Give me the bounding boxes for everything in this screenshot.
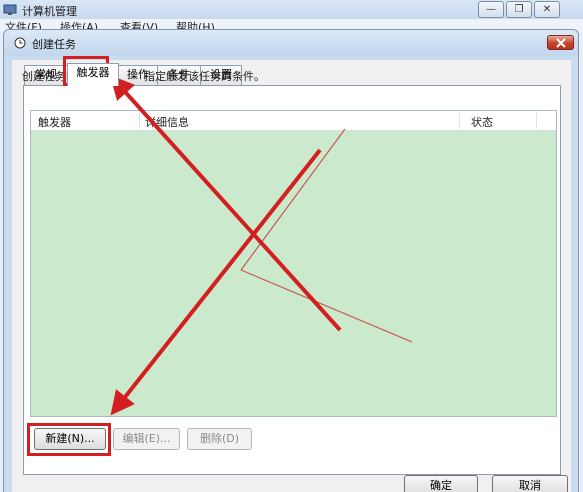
- tab-triggers[interactable]: 触发器: [67, 63, 119, 86]
- annotation-arrow-to-triggers-tab: [109, 75, 342, 332]
- annotation-arrow-to-new-button: [110, 148, 322, 416]
- thin-cross-line: [240, 269, 413, 343]
- thin-cross-line: [240, 128, 346, 271]
